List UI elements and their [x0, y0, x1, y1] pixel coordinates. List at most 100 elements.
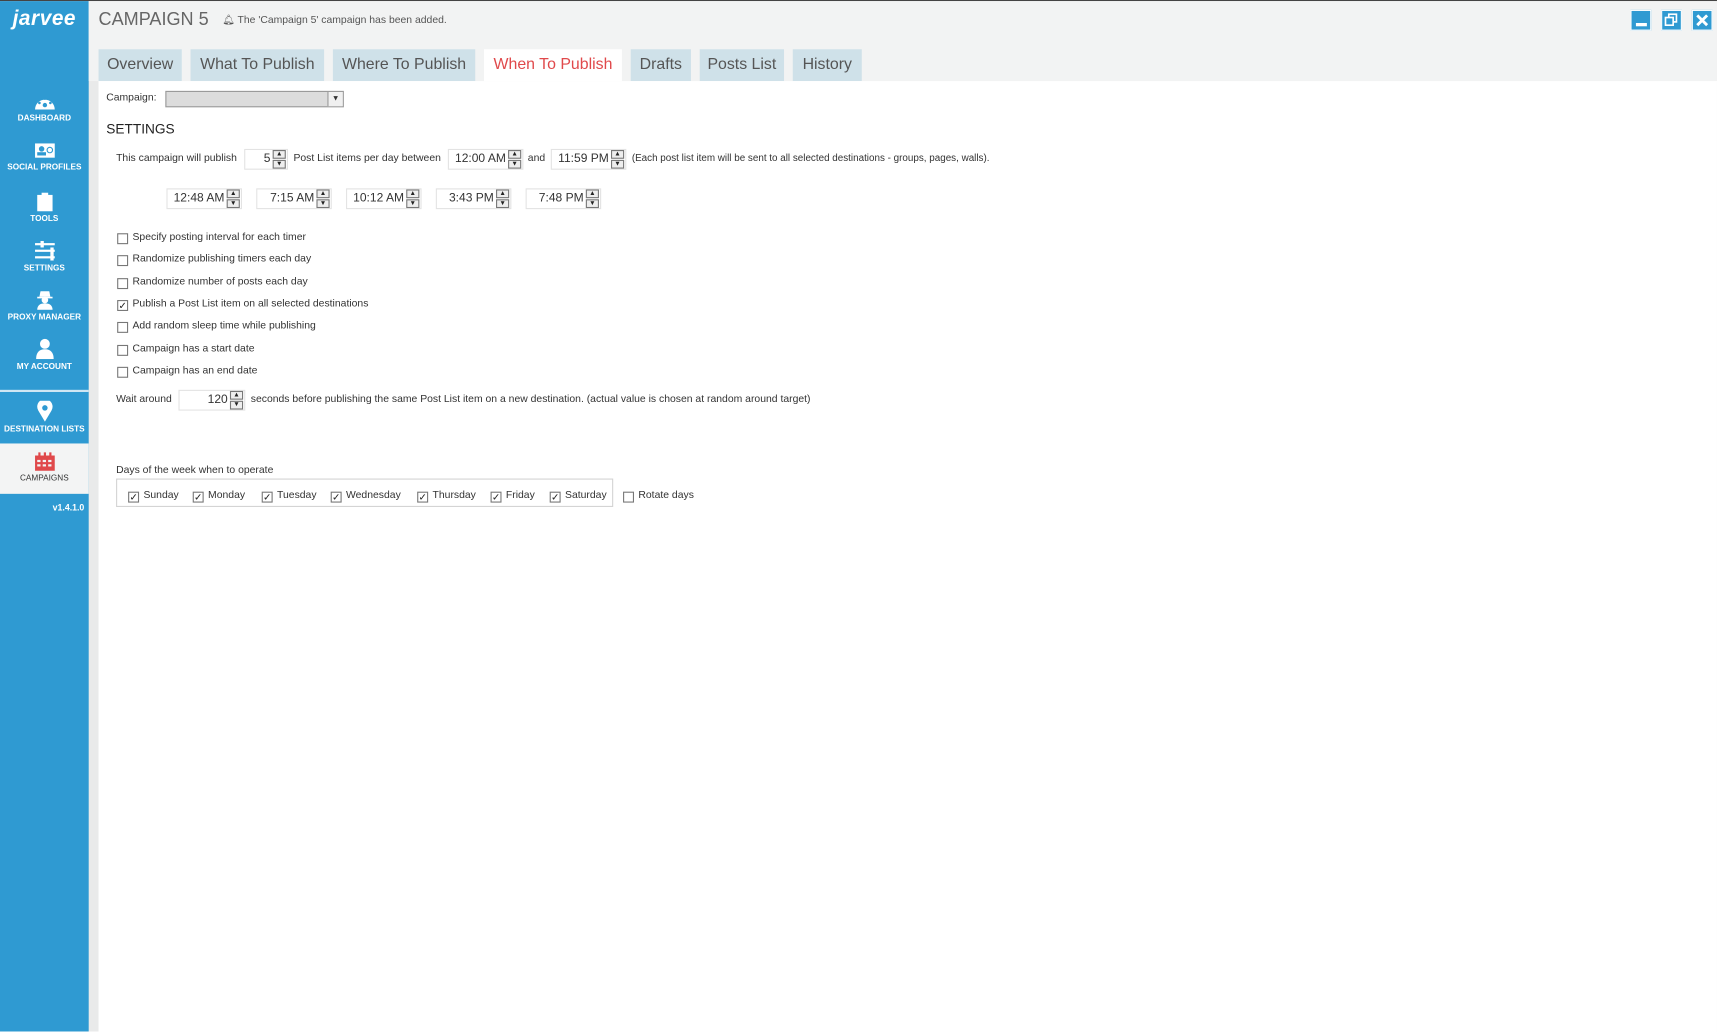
increment-button[interactable]: ▲: [226, 189, 240, 199]
rotate-days-label: Rotate days: [638, 489, 694, 502]
increment-button[interactable]: ▲: [229, 390, 244, 400]
day-wednesday-checkbox[interactable]: ✓: [330, 491, 342, 503]
decrement-button[interactable]: ▼: [508, 159, 522, 169]
campaign-select[interactable]: ▼: [165, 90, 344, 108]
timer-picker-5[interactable]: 7:48 PM ▲ ▼: [525, 188, 602, 210]
tab-what-to-publish[interactable]: What To Publish: [190, 49, 325, 82]
sidebar-item-tools[interactable]: TOOLS: [0, 192, 89, 240]
chevron-down-icon: ▼: [327, 91, 343, 107]
minimize-icon: [1635, 22, 1647, 27]
notification-text: The 'Campaign 5' campaign has been added…: [237, 14, 447, 27]
increment-button[interactable]: ▲: [611, 150, 625, 159]
option-checkbox[interactable]: [117, 366, 129, 378]
sidebar-item-label: SETTINGS: [23, 262, 65, 273]
clipboard-icon: [36, 192, 53, 212]
sidebar-divider: [0, 389, 89, 393]
app-window: jarvee DASHBOARD SOCIAL PROFILES TOOLS S…: [0, 0, 1717, 1032]
sidebar-item-settings[interactable]: SETTINGS: [0, 240, 89, 289]
sidebar: jarvee DASHBOARD SOCIAL PROFILES TOOLS S…: [0, 1, 89, 1032]
version-label: v1.4.1.0: [52, 502, 85, 513]
posts-per-day-value: 5: [263, 152, 271, 166]
wait-seconds-stepper[interactable]: 120 ▲ ▼: [178, 389, 246, 411]
days-label: Days of the week when to operate: [116, 464, 274, 477]
sidebar-item-campaigns[interactable]: CAMPAIGNS: [0, 443, 89, 494]
option-label: Publish a Post List item on all selected…: [132, 297, 369, 310]
sidebar-item-label: TOOLS: [30, 213, 59, 224]
timer-picker-4[interactable]: 3:43 PM ▲ ▼: [435, 188, 512, 210]
day-sunday-checkbox[interactable]: ✓: [128, 491, 140, 503]
tab-posts-list[interactable]: Posts List: [699, 49, 785, 82]
day-friday-label: Friday: [505, 489, 535, 502]
increment-button[interactable]: ▲: [508, 150, 522, 159]
option-checkbox[interactable]: [117, 344, 129, 356]
user-icon: [35, 338, 54, 360]
increment-button[interactable]: ▲: [272, 150, 286, 159]
decrement-button[interactable]: ▼: [226, 199, 240, 209]
day-tuesday-checkbox[interactable]: ✓: [261, 491, 273, 503]
option-checkbox[interactable]: [117, 321, 129, 333]
day-thursday-checkbox[interactable]: ✓: [417, 491, 429, 503]
settings-heading: SETTINGS: [106, 121, 175, 137]
increment-button[interactable]: ▲: [406, 189, 420, 199]
timer-picker-2[interactable]: 7:15 AM ▲ ▼: [256, 188, 332, 210]
day-monday-checkbox[interactable]: ✓: [192, 491, 204, 503]
decrement-button[interactable]: ▼: [611, 159, 625, 169]
start-time-picker[interactable]: 12:00 AM ▲ ▼: [447, 148, 524, 170]
tab-drafts[interactable]: Drafts: [630, 49, 691, 82]
day-monday-label: Monday: [208, 489, 246, 502]
option-checkbox[interactable]: ✓: [117, 300, 129, 311]
start-time-value: 12:00 AM: [454, 152, 506, 166]
timer-picker-1[interactable]: 12:48 AM ▲ ▼: [166, 188, 242, 210]
notification: 🔔︎ The 'Campaign 5' campaign has been ad…: [222, 14, 447, 26]
day-friday-checkbox[interactable]: ✓: [490, 491, 502, 503]
sidebar-item-label: MY ACCOUNT: [16, 361, 72, 372]
timer-value: 12:48 AM: [173, 191, 225, 205]
restore-button[interactable]: [1661, 9, 1682, 31]
content-panel: [98, 81, 1717, 1032]
sidebar-item-dashboard[interactable]: DASHBOARD: [0, 93, 89, 141]
timer-value: 7:48 PM: [538, 191, 584, 205]
end-time-value: 11:59 PM: [558, 152, 609, 166]
sidebar-item-social-profiles[interactable]: SOCIAL PROFILES: [0, 142, 89, 190]
increment-button[interactable]: ▲: [316, 189, 330, 199]
decrement-button[interactable]: ▼: [229, 400, 244, 410]
posts-per-day-stepper[interactable]: 5 ▲ ▼: [244, 148, 288, 170]
minimize-button[interactable]: [1630, 9, 1652, 31]
option-label: Randomize publishing timers each day: [132, 252, 312, 265]
decrement-button[interactable]: ▼: [585, 199, 599, 209]
decrement-button[interactable]: ▼: [496, 199, 510, 209]
option-label: Randomize number of posts each day: [132, 275, 308, 288]
increment-button[interactable]: ▲: [585, 189, 599, 199]
tab-when-to-publish[interactable]: When To Publish: [483, 49, 622, 82]
option-checkbox[interactable]: [117, 278, 129, 290]
day-thursday-label: Thursday: [432, 489, 476, 502]
calendar-icon: [34, 452, 55, 471]
and-label: and: [527, 152, 546, 165]
sidebar-item-proxy-manager[interactable]: PROXY MANAGER: [0, 290, 89, 338]
increment-button[interactable]: ▲: [496, 189, 510, 199]
tab-history[interactable]: History: [792, 49, 862, 82]
timer-picker-3[interactable]: 10:12 AM ▲ ▼: [346, 188, 422, 210]
option-label: Specify posting interval for each timer: [132, 231, 306, 244]
option-checkbox[interactable]: [117, 233, 129, 245]
tab-where-to-publish[interactable]: Where To Publish: [332, 49, 476, 82]
rotate-days-checkbox[interactable]: [623, 491, 635, 503]
dashboard-icon: [34, 97, 55, 110]
decrement-button[interactable]: ▼: [316, 199, 330, 209]
timer-value: 3:43 PM: [448, 191, 494, 205]
day-tuesday-label: Tuesday: [277, 489, 317, 502]
campaign-label: Campaign:: [106, 91, 157, 105]
option-checkbox[interactable]: [117, 255, 129, 267]
option-label: Campaign has an end date: [132, 364, 258, 377]
end-time-picker[interactable]: 11:59 PM ▲ ▼: [550, 148, 627, 170]
sidebar-item-my-account[interactable]: MY ACCOUNT: [0, 338, 89, 386]
decrement-button[interactable]: ▼: [272, 159, 286, 169]
sidebar-item-destination-lists[interactable]: DESTINATION LISTS: [0, 400, 89, 449]
jarvee-logo: jarvee: [12, 7, 77, 31]
decrement-button[interactable]: ▼: [406, 199, 420, 209]
day-saturday-checkbox[interactable]: ✓: [549, 491, 561, 503]
wait-label: Wait around: [116, 393, 172, 406]
publish-middle: Post List items per day between: [293, 152, 441, 165]
tab-overview[interactable]: Overview: [98, 49, 182, 82]
close-button[interactable]: [1691, 9, 1713, 31]
